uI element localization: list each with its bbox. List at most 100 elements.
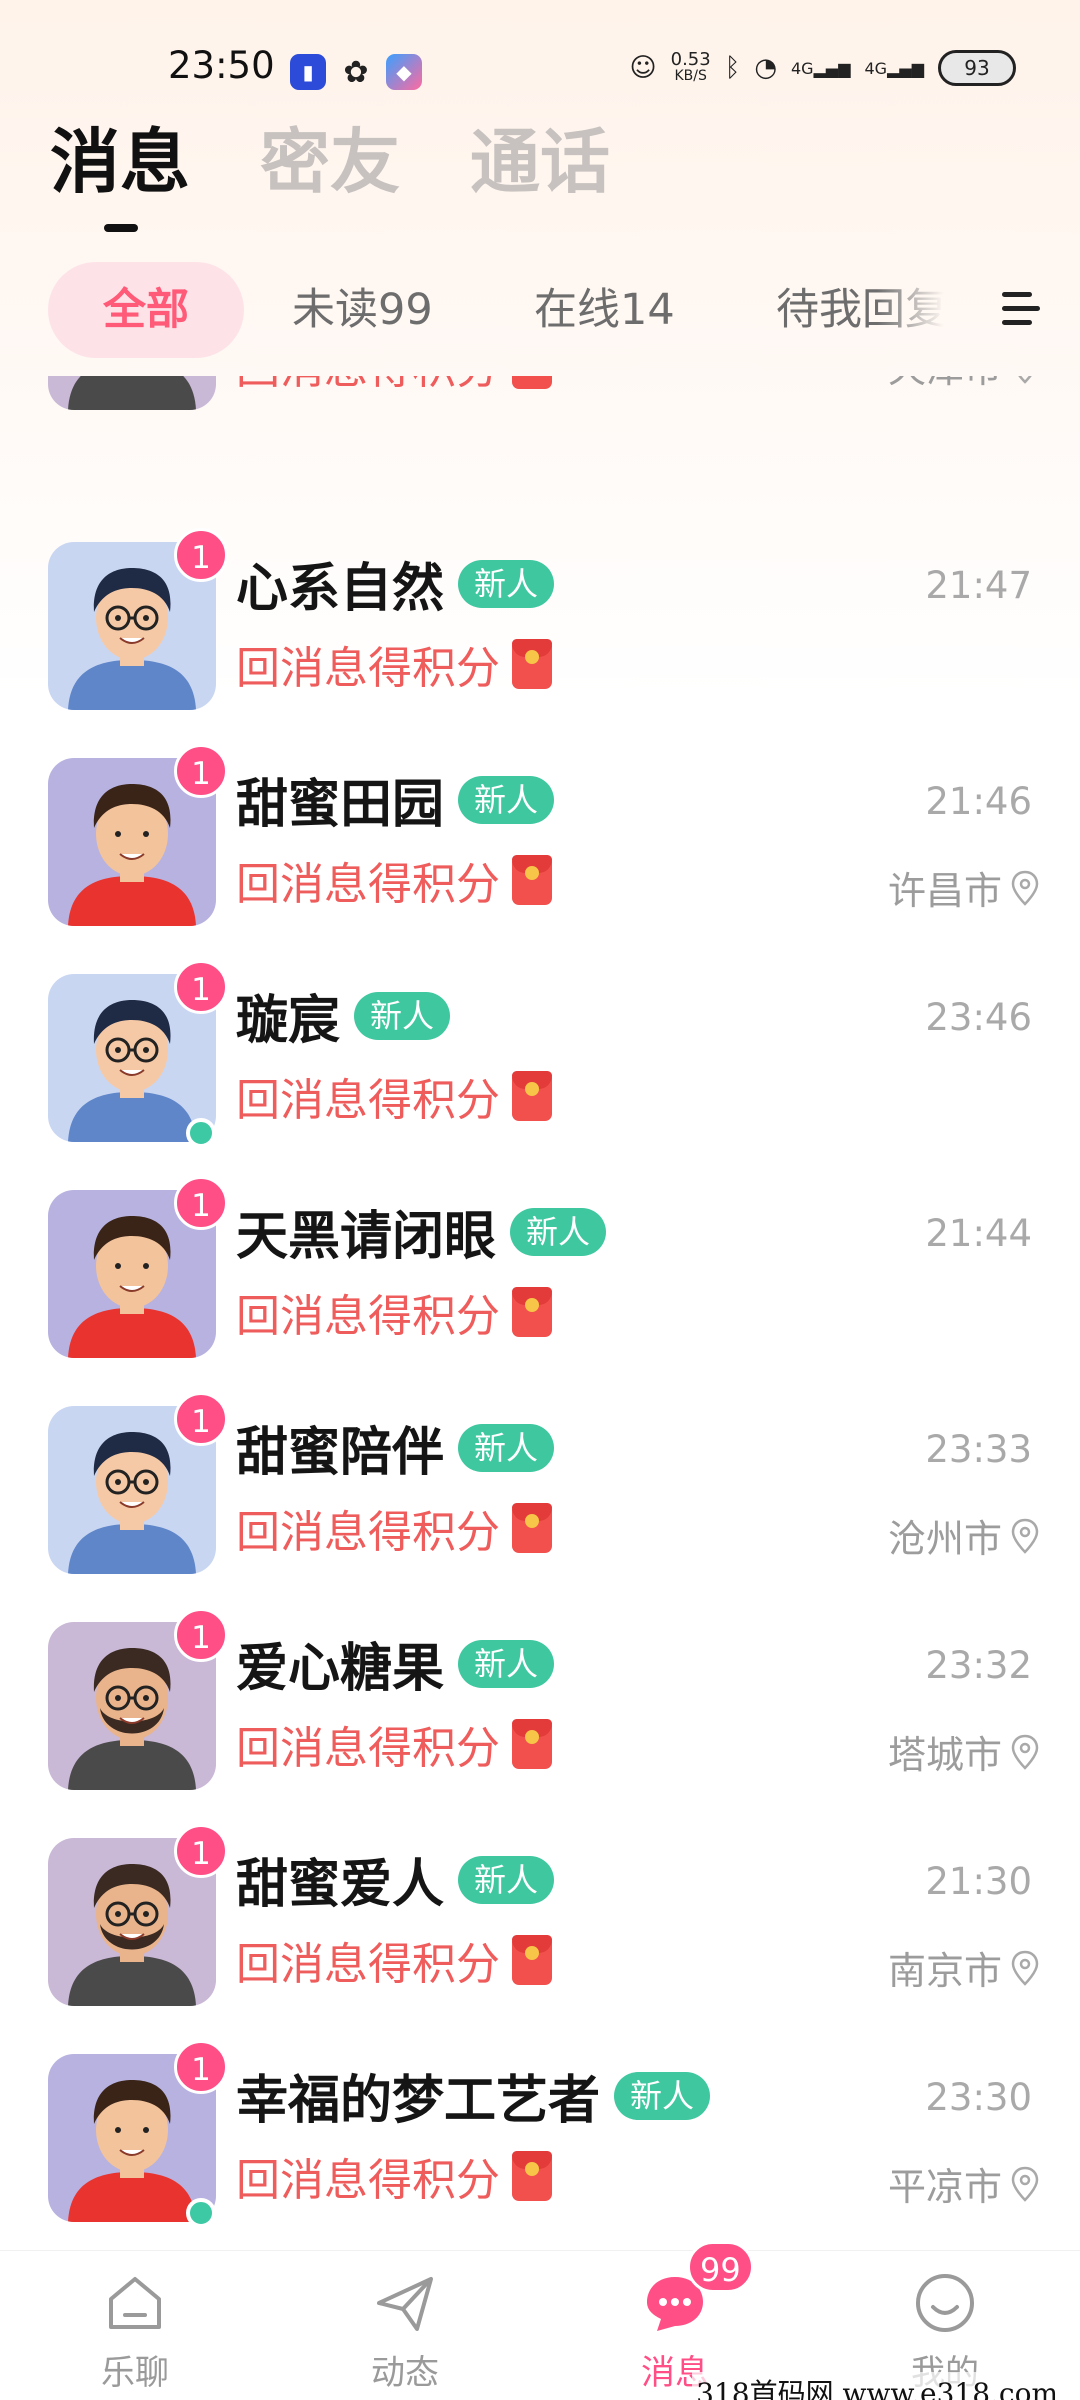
nav-lechat[interactable]: 乐聊 <box>35 2251 235 2400</box>
filter-online[interactable]: 在线14 <box>534 262 675 358</box>
app-shortcut-icon: ◆ <box>386 54 422 90</box>
conversation-row[interactable]: 1 心系自然 新人 回消息得积分 21:47 <box>0 528 1080 758</box>
wechat-icon: ✿ <box>343 54 369 90</box>
tab-calls[interactable]: 通话 <box>470 112 610 212</box>
message-time: 21:44 <box>925 1212 1032 1255</box>
preview-text: 回消息得积分 <box>236 1507 500 1558</box>
message-preview: 回消息得积分 <box>236 1712 552 1776</box>
preview-text: 回消息得积分 <box>236 1291 500 1342</box>
red-packet-icon <box>512 639 552 689</box>
filter-row: 全部 未读99 在线14 待我回复 <box>48 262 1048 358</box>
contact-name: 甜蜜陪伴 <box>236 1423 445 1483</box>
red-packet-icon <box>512 2151 552 2201</box>
name-line: 甜蜜陪伴 新人 <box>236 1410 555 1485</box>
conversation-row[interactable]: 1 天黑请闭眼 新人 回消息得积分 21:44 <box>0 1176 1080 1406</box>
status-time: 23:50 <box>168 44 275 87</box>
tab-close-friends[interactable]: 密友 <box>260 112 400 212</box>
city-name: 南京市 <box>887 1949 1002 1993</box>
message-preview: 回消息得积分 <box>236 848 552 912</box>
city-name: 许昌市 <box>887 869 1002 913</box>
conversation-row[interactable]: 回消息得积分 天津市 <box>0 376 1080 542</box>
signal-icon-2: 4G▂▄▆ <box>864 58 925 78</box>
city-name: 天津市 <box>888 376 1002 393</box>
message-preview: 回消息得积分 <box>236 1496 552 1560</box>
smile-icon <box>916 2274 974 2332</box>
home-icon <box>109 2277 161 2329</box>
contact-name: 爱心糖果 <box>236 1639 445 1699</box>
name-line: 璇宸 新人 <box>236 978 451 1053</box>
location: 沧州市 <box>888 1508 1040 1563</box>
new-user-tag: 新人 <box>354 991 451 1040</box>
contact-name: 天黑请闭眼 <box>236 1207 497 1267</box>
filter-unread[interactable]: 未读99 <box>292 262 433 358</box>
red-packet-icon <box>512 855 552 905</box>
filter-all[interactable]: 全部 <box>48 262 244 358</box>
unread-badge: 1 <box>174 744 228 798</box>
new-user-tag: 新人 <box>458 1855 555 1904</box>
status-right-cluster: ☺ 0.53 KB/S ᛒ ◔ 4G▂▄▆ 4G▂▄▆ 93 <box>630 50 1016 86</box>
name-line: 甜蜜田园 新人 <box>236 762 555 837</box>
location-pin-icon <box>1018 376 1032 384</box>
conversation-row[interactable]: 1 甜蜜陪伴 新人回消息得积分 23:33 沧州市 <box>0 1392 1080 1622</box>
message-time: 21:47 <box>925 564 1032 607</box>
net-speed: 0.53 KB/S <box>671 51 711 85</box>
new-user-tag: 新人 <box>614 2071 711 2120</box>
preview-text: 回消息得积分 <box>236 376 500 396</box>
menu-icon[interactable] <box>1002 292 1040 328</box>
location: 塔城市 <box>888 1724 1040 1779</box>
status-bar: 23:50 ▮ ✿ ◆ ☺ 0.53 KB/S ᛒ ◔ 4G▂▄▆ 4G▂▄▆ … <box>0 0 1080 120</box>
nav-moments[interactable]: 动态 <box>305 2251 505 2400</box>
location: 天津市 <box>888 376 1040 393</box>
contact-name: 心系自然 <box>236 559 445 619</box>
red-packet-icon <box>512 376 552 389</box>
online-dot <box>186 2198 216 2228</box>
unread-badge: 1 <box>174 1176 228 1230</box>
message-time: 23:46 <box>925 996 1032 1039</box>
name-line: 天黑请闭眼 新人 <box>236 1194 607 1269</box>
unread-badge: 1 <box>174 1824 228 1878</box>
tab-messages[interactable]: 消息 <box>50 112 190 232</box>
conversation-row[interactable]: 1 璇宸 新人回消息得积分 23:46 <box>0 960 1080 1190</box>
conversation-row[interactable]: 1 甜蜜爱人 新人 回消息得积分 21:30 南京市 <box>0 1824 1080 2054</box>
red-packet-icon <box>512 1503 552 1553</box>
location-pin-icon <box>1011 2166 1039 2202</box>
bluetooth-icon: ᛒ <box>724 53 741 83</box>
conversation-row[interactable]: 1 幸福的梦工艺者 新人 回消息得积分 23:30 平凉市 <box>0 2040 1080 2250</box>
name-line: 幸福的梦工艺者 新人 <box>236 2058 711 2133</box>
message-preview: 回消息得积分 <box>236 2144 552 2208</box>
conversation-row[interactable]: 1 甜蜜田园 新人 回消息得积分 21:46 许昌市 <box>0 744 1080 974</box>
name-line: 甜蜜爱人 新人 <box>236 1842 555 1917</box>
avatar[interactable] <box>48 376 216 410</box>
contact-name: 甜蜜田园 <box>236 775 445 835</box>
new-user-tag: 新人 <box>458 1423 555 1472</box>
conversation-list[interactable]: 回消息得积分天津市1心系自然新人回消息得积分21:471甜蜜田园新人回消息得积分… <box>0 376 1080 2250</box>
red-packet-icon <box>512 1287 552 1337</box>
conversation-row[interactable]: 1 爱心糖果 新人 回消息得积分 23:32 塔城市 <box>0 1608 1080 1838</box>
unread-badge: 1 <box>174 1392 228 1446</box>
unread-badge: 1 <box>174 960 228 1014</box>
message-preview: 回消息得积分 <box>236 1064 552 1128</box>
message-time: 23:33 <box>925 1428 1032 1471</box>
flashlight-app-icon: ▮ <box>290 54 326 90</box>
message-time: 23:32 <box>925 1644 1032 1687</box>
contact-name: 甜蜜爱人 <box>236 1855 445 1915</box>
city-name: 塔城市 <box>887 1733 1002 1777</box>
signal-label-2: 4G <box>864 58 888 78</box>
unread-badge: 1 <box>174 528 228 582</box>
location-pin-icon <box>1011 1518 1039 1554</box>
nav-label-moments: 动态 <box>371 2353 439 2393</box>
location: 许昌市 <box>888 860 1040 915</box>
filter-waiting-reply[interactable]: 待我回复 <box>776 262 944 358</box>
new-user-tag: 新人 <box>458 1639 555 1688</box>
message-time: 23:30 <box>925 2076 1032 2119</box>
message-preview: 回消息得积分 <box>236 376 552 396</box>
preview-text: 回消息得积分 <box>236 1723 500 1774</box>
red-packet-icon <box>512 1719 552 1769</box>
wifi-icon: ◔ <box>754 53 777 83</box>
net-speed-value: 0.53 <box>670 49 711 70</box>
message-preview: 回消息得积分 <box>236 1928 552 1992</box>
name-line: 心系自然 新人 <box>236 546 555 621</box>
preview-text: 回消息得积分 <box>236 2155 500 2206</box>
new-user-tag: 新人 <box>510 1207 607 1256</box>
nav-messages-badge: 99 <box>687 2241 754 2293</box>
